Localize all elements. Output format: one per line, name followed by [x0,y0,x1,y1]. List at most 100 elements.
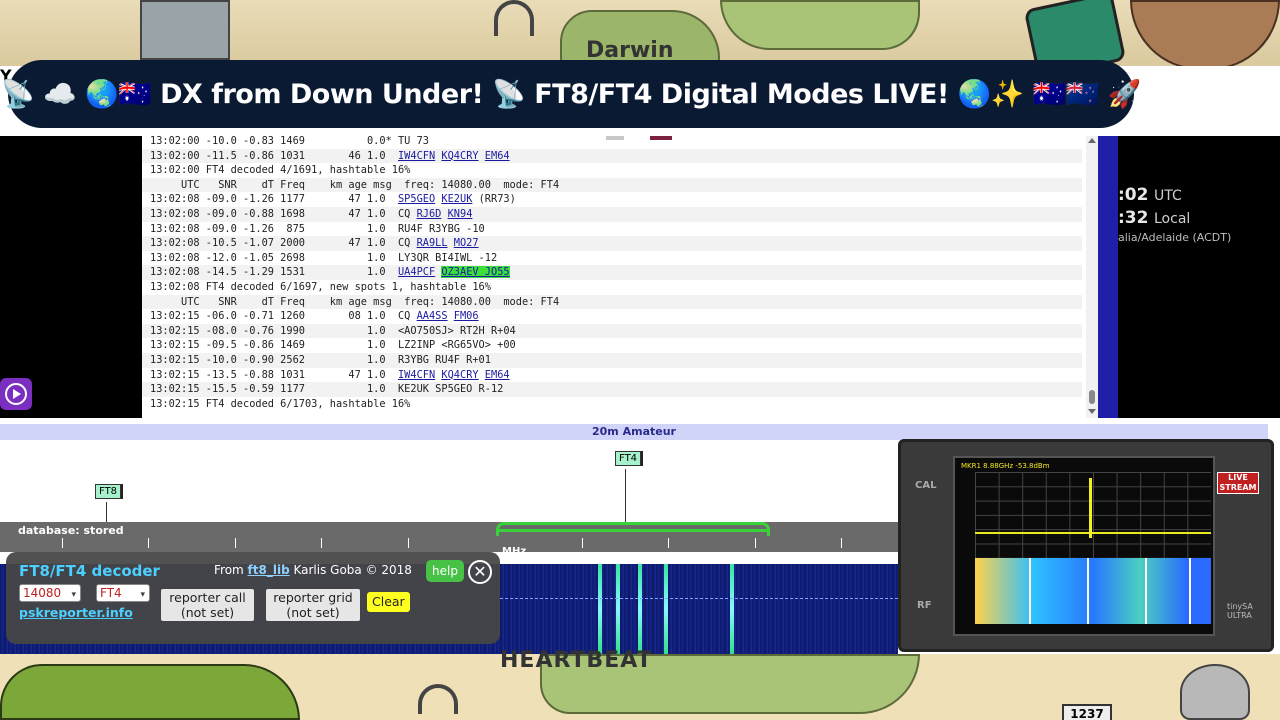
local-time: :32 [1118,208,1149,228]
highlighted-callsign-link[interactable]: OZ3AEV [441,266,479,279]
cartoon-crocodile [0,664,300,720]
callsign-link[interactable]: SP5GEO [398,193,435,205]
banner-text: 📡 ☁️ 🌏🇦🇺 DX from Down Under! 📡 FT8/FT4 D… [0,79,1142,110]
scroll-down-icon[interactable] [1088,409,1096,414]
mode-select[interactable]: FT4 ▾ [96,584,150,602]
live-banner: 📡 ☁️ 🌏🇦🇺 DX from Down Under! 📡 FT8/FT4 D… [1,60,1142,128]
cartoon-background-bottom: HEARTBEAT 1237 [0,648,1280,720]
callsign-link[interactable]: KN94 [448,208,473,220]
log-line: 13:02:15 -13.5 -0.88 1031 47 1.0 IW4CFN … [142,368,1082,383]
log-text: 13:02:08 FT4 decoded 6/1697, new spots 1… [150,280,491,293]
log-line: 13:02:15 -09.5 -0.86 1469 1.0 LZ2INP <RG… [142,338,1082,353]
callsign-link[interactable]: IW4CFN [398,150,435,162]
callsign-link[interactable]: EM64 [485,150,510,162]
help-button[interactable]: help [426,560,464,582]
cartoon-landmass-2 [720,0,920,50]
log-line: 13:02:15 -10.0 -0.90 2562 1.0 R3YBG RU4F… [142,352,1082,368]
ft8-lib-link[interactable]: ft8_lib [248,563,290,577]
clear-button[interactable]: Clear [367,592,410,612]
log-text: 13:02:08 -10.5 -1.07 2000 47 1.0 CQ [150,237,417,250]
log-line: 13:02:08 FT4 decoded 6/1697, new spots 1… [142,280,1082,295]
pskreporter-link[interactable]: pskreporter.info [19,605,133,620]
tinysa-device: CAL RF MKR1 8.88GHz -53.8dBm LIVE STREAM… [898,439,1274,652]
clock-widget: :02 UTC :32 Local alia/Adelaide (ACDT) [1118,185,1231,244]
callsign-link[interactable]: IW4CFN [398,369,435,381]
log-line: 13:02:00 -11.5 -0.86 1031 46 1.0 IW4CFN … [142,148,1082,164]
log-text: 13:02:15 -13.5 -0.88 1031 47 1.0 [150,368,398,381]
log-text: 13:02:00 -10.0 -0.83 1469 0.0* TU 73 [150,136,429,147]
scroll-up-icon[interactable] [1088,138,1096,143]
cartoon-animal [1130,0,1280,70]
database-label: database: stored [18,524,124,537]
log-text: UTC SNR dT Freq km age msg freq: 14080.0… [150,295,560,308]
log-text: 13:02:08 -09.0 -0.88 1698 47 1.0 CQ [150,207,417,220]
decoder-panel: FT8/FT4 decoder From ft8_lib Karlis Goba… [6,552,500,644]
close-icon[interactable]: ✕ [468,560,492,584]
callsign-link[interactable]: AA4SS [417,310,448,322]
log-text: 13:02:15 -15.5 -0.59 1177 1.0 KE2UK SP5G… [150,383,504,396]
callsign-link[interactable]: RJ6D [417,208,442,220]
decode-log-lines: 13:02:00 -10.0 -0.83 1469 0.0* TU 73 13:0… [142,136,1082,411]
log-line: 13:02:15 -06.0 -0.71 1260 08 1.0 CQ AA4S… [142,309,1082,324]
local-label: Local [1154,211,1191,227]
log-line: 13:02:15 -15.5 -0.59 1177 1.0 KE2UK SP5G… [142,382,1082,397]
rf-label: RF [917,600,932,611]
log-text: 13:02:00 -11.5 -0.86 1031 46 1.0 [150,149,398,162]
callsign-link[interactable]: KE2UK [441,193,472,205]
highlighted-callsign-link[interactable] [478,266,485,279]
log-line: 13:02:00 FT4 decoded 4/1691, hashtable 1… [142,163,1082,178]
log-line: UTC SNR dT Freq km age msg freq: 14080.0… [142,294,1082,310]
play-button[interactable] [0,378,32,410]
live-stream-badge: LIVE STREAM [1217,472,1259,494]
log-text: 13:02:15 -10.0 -0.90 2562 1.0 R3YBG RU4F… [150,353,491,366]
log-text: 13:02:08 -12.0 -1.05 2698 1.0 LY3QR BI4I… [150,251,498,264]
marker-readout: MKR1 8.88GHz -53.8dBm [961,462,1050,470]
log-text: UTC SNR dT Freq km age msg freq: 14080.0… [150,178,560,191]
stream-overlay: Darwin Y 📡 ☁️ 🌏🇦🇺 DX from Down Under! 📡 … [0,0,1280,720]
play-icon [5,383,27,405]
scroll-thumb[interactable] [1089,390,1095,404]
log-text: 13:02:15 -06.0 -0.71 1260 08 1.0 CQ [150,310,417,323]
log-scrollbar[interactable] [1086,136,1098,418]
log-text: 13:02:08 -09.0 -1.26 1177 47 1.0 [150,193,398,206]
callsign-link[interactable]: KQ4CRY [441,369,478,381]
wifi-icon [494,0,534,36]
spectrum-screen: MKR1 8.88GHz -53.8dBm [953,456,1215,636]
log-line: 13:02:08 -14.5 -1.29 1531 1.0 UA4PCF OZ3… [142,265,1082,280]
passband-indicator[interactable] [496,522,770,536]
log-text: 13:02:15 FT4 decoded 6/1703, hashtable 1… [150,397,411,410]
log-line: 13:02:00 -10.0 -0.83 1469 0.0* TU 73 [142,136,1082,149]
log-text: 13:02:08 -09.0 -1.26 875 1.0 RU4F R3YBG … [150,222,485,235]
band-title: 20m Amateur [0,424,1268,440]
log-line: 13:02:08 -09.0 -0.88 1698 47 1.0 CQ RJ6D… [142,206,1082,222]
decoder-title: FT8/FT4 decoder [19,562,160,580]
callsign-link[interactable]: KQ4CRY [441,150,478,162]
utc-time: :02 [1118,185,1149,205]
mhz-label: MHz [502,546,527,557]
satellite-dish-icon [1180,664,1250,720]
log-text: 13:02:00 FT4 decoded 4/1691, hashtable 1… [150,164,411,177]
antenna-icon [418,684,458,714]
callsign-link[interactable]: RA9LL [417,237,448,249]
log-text: 13:02:15 -08.0 -0.76 1990 1.0 <AO750SJ> … [150,324,516,337]
log-line: 13:02:15 FT4 decoded 6/1703, hashtable 1… [142,397,1082,412]
utc-label: UTC [1154,188,1182,204]
log-line: 13:02:08 -10.5 -1.07 2000 47 1.0 CQ RA9L… [142,236,1082,251]
timezone-label: alia/Adelaide (ACDT) [1118,231,1232,244]
decoder-credit: From ft8_lib Karlis Goba © 2018 [214,563,412,577]
callsign-link[interactable]: FM06 [454,310,479,322]
callsign-link[interactable]: UA4PCF [398,266,435,278]
chevron-down-icon: ▾ [140,590,145,600]
highlighted-callsign-link[interactable]: JO55 [484,266,510,279]
reporter-call-button[interactable]: reporter call (not set) [161,589,254,621]
log-text: 13:02:08 -14.5 -1.29 1531 1.0 [150,266,398,279]
frequency-select[interactable]: 14080 ▾ [19,584,81,602]
band-tag-ft8[interactable]: FT8 [95,484,122,499]
callsign-link[interactable]: MO27 [454,237,479,249]
cartoon-radio-box [140,0,230,60]
band-tag-ft4[interactable]: FT4 [615,451,642,466]
decode-log-panel[interactable]: 13:02:00 -10.0 -0.83 1469 0.0* TU 73 13:0… [142,136,1098,418]
reporter-grid-button[interactable]: reporter grid (not set) [266,589,360,621]
chevron-down-icon: ▾ [71,590,76,600]
callsign-link[interactable]: EM64 [485,369,510,381]
